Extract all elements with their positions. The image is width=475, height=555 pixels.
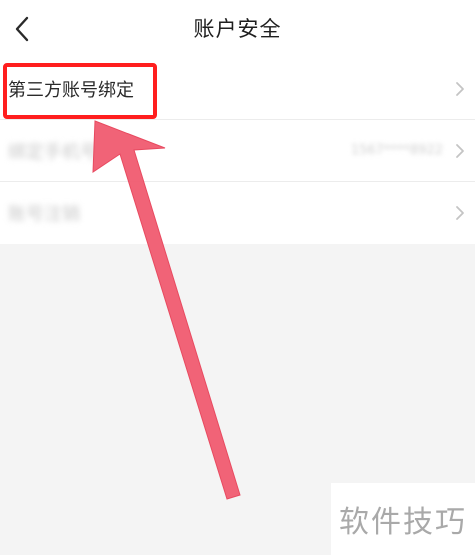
watermark: 软件技巧 xyxy=(331,483,475,555)
chevron-right-icon xyxy=(456,81,464,96)
setting-row-bind-phone[interactable]: 绑定手机号 1567****8922 xyxy=(0,120,475,182)
setting-row-account-deletion[interactable]: 账号注销 xyxy=(0,182,475,244)
setting-row-third-party-binding[interactable]: 第三方账号绑定 xyxy=(0,58,475,120)
chevron-right-icon xyxy=(456,143,464,158)
watermark-text: 软件技巧 xyxy=(339,505,467,540)
account-security-screen: 账户安全 第三方账号绑定 绑定手机号 1567****8922 账号注销 软件技… xyxy=(0,0,475,555)
settings-list: 第三方账号绑定 绑定手机号 1567****8922 账号注销 xyxy=(0,58,475,244)
phone-number-value: 1567****8922 xyxy=(350,143,443,158)
setting-label: 账号注销 xyxy=(8,204,80,225)
top-bar: 账户安全 xyxy=(0,0,475,58)
page-title: 账户安全 xyxy=(193,17,282,41)
setting-label: 绑定手机号 xyxy=(8,141,98,163)
chevron-right-icon xyxy=(456,206,464,220)
setting-label: 第三方账号绑定 xyxy=(8,79,134,101)
